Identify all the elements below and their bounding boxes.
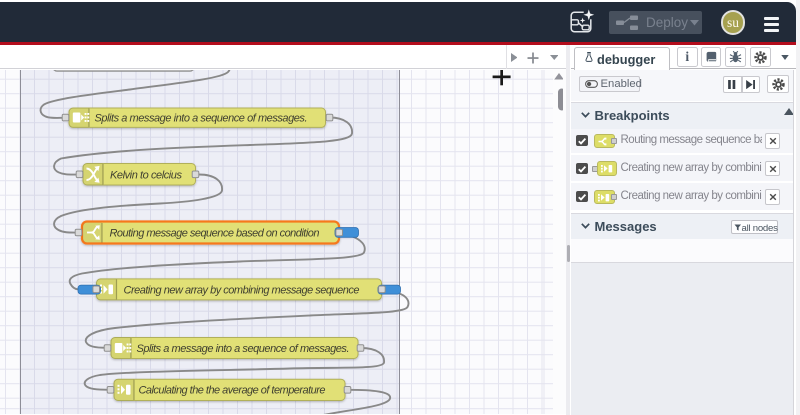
svg-text:Routing message sequence based: Routing message sequence based on condit… [110, 227, 320, 239]
svg-text:Splits a message into a sequen: Splits a message into a sequence of mess… [95, 112, 308, 124]
svg-text:Kelvin to celcius: Kelvin to celcius [110, 169, 183, 181]
svg-text:Splits a message into a sequen: Splits a message into a sequence of mess… [137, 343, 350, 355]
svg-text:Creating new array by combinin: Creating new array by combining message … [124, 284, 360, 296]
svg-text:Calculating the the average of: Calculating the the average of temperatu… [139, 384, 326, 396]
